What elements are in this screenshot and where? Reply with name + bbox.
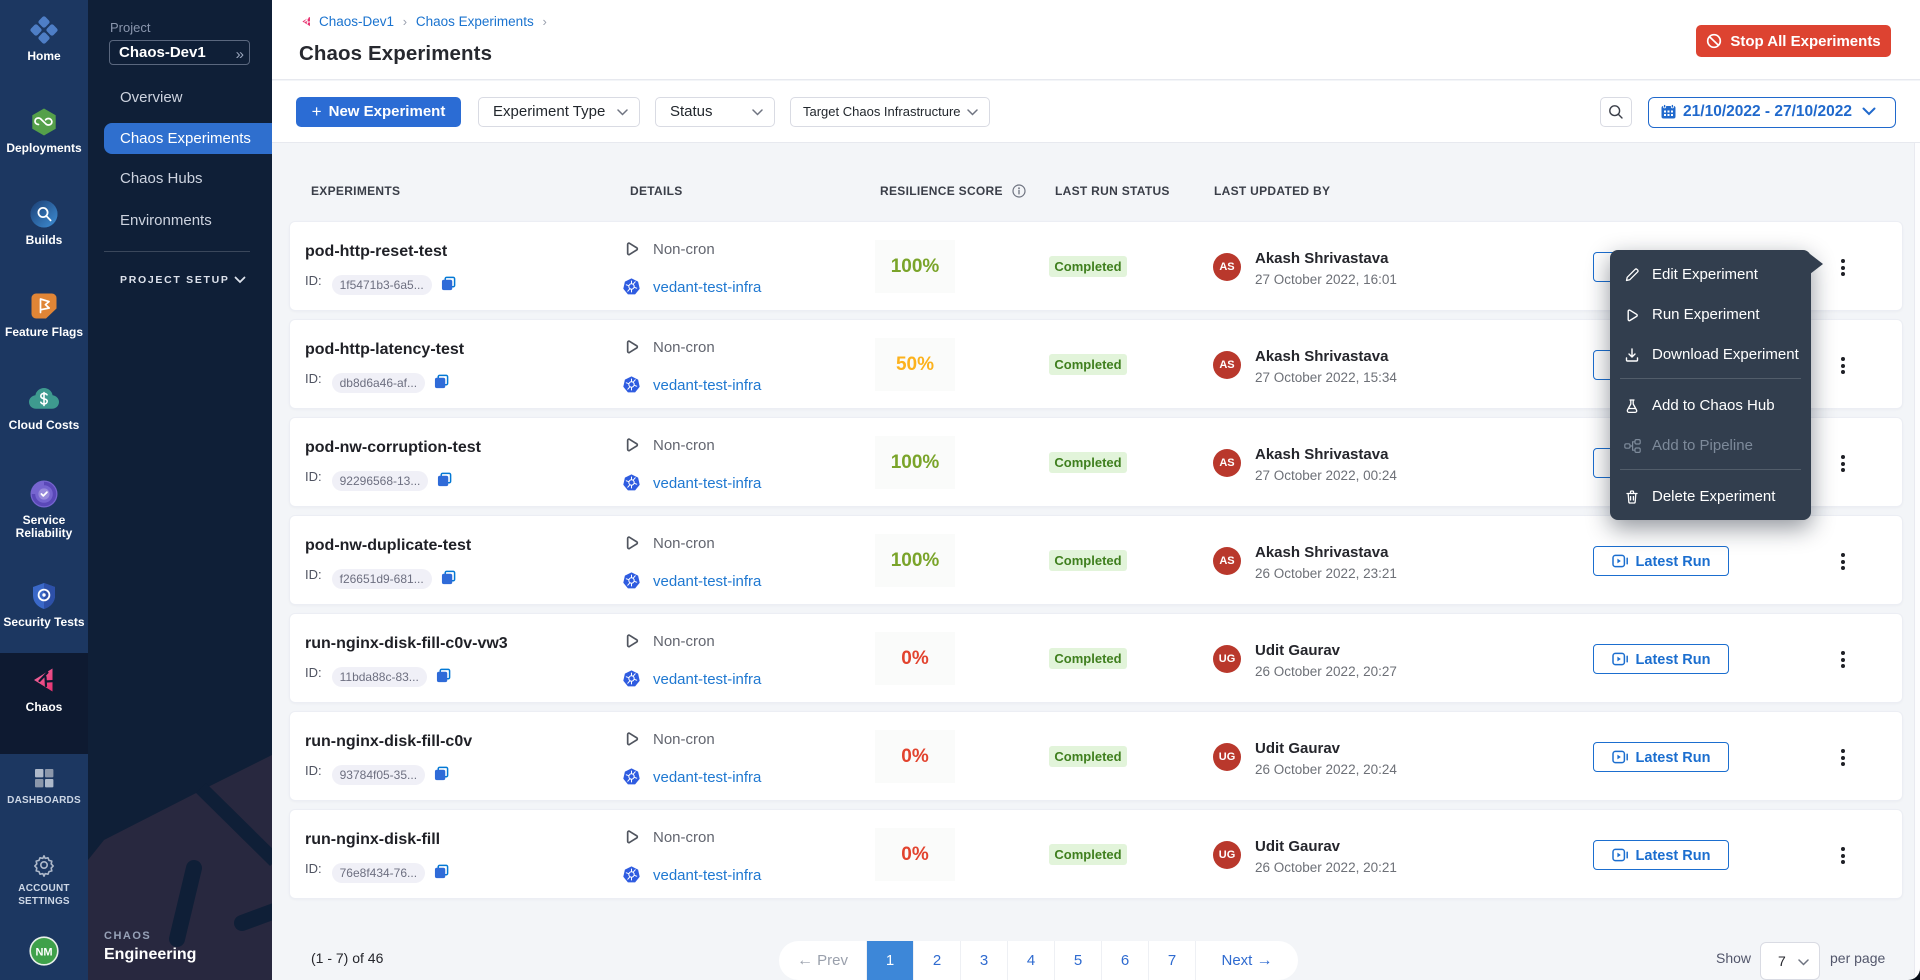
svg-text:NM: NM (35, 947, 52, 959)
